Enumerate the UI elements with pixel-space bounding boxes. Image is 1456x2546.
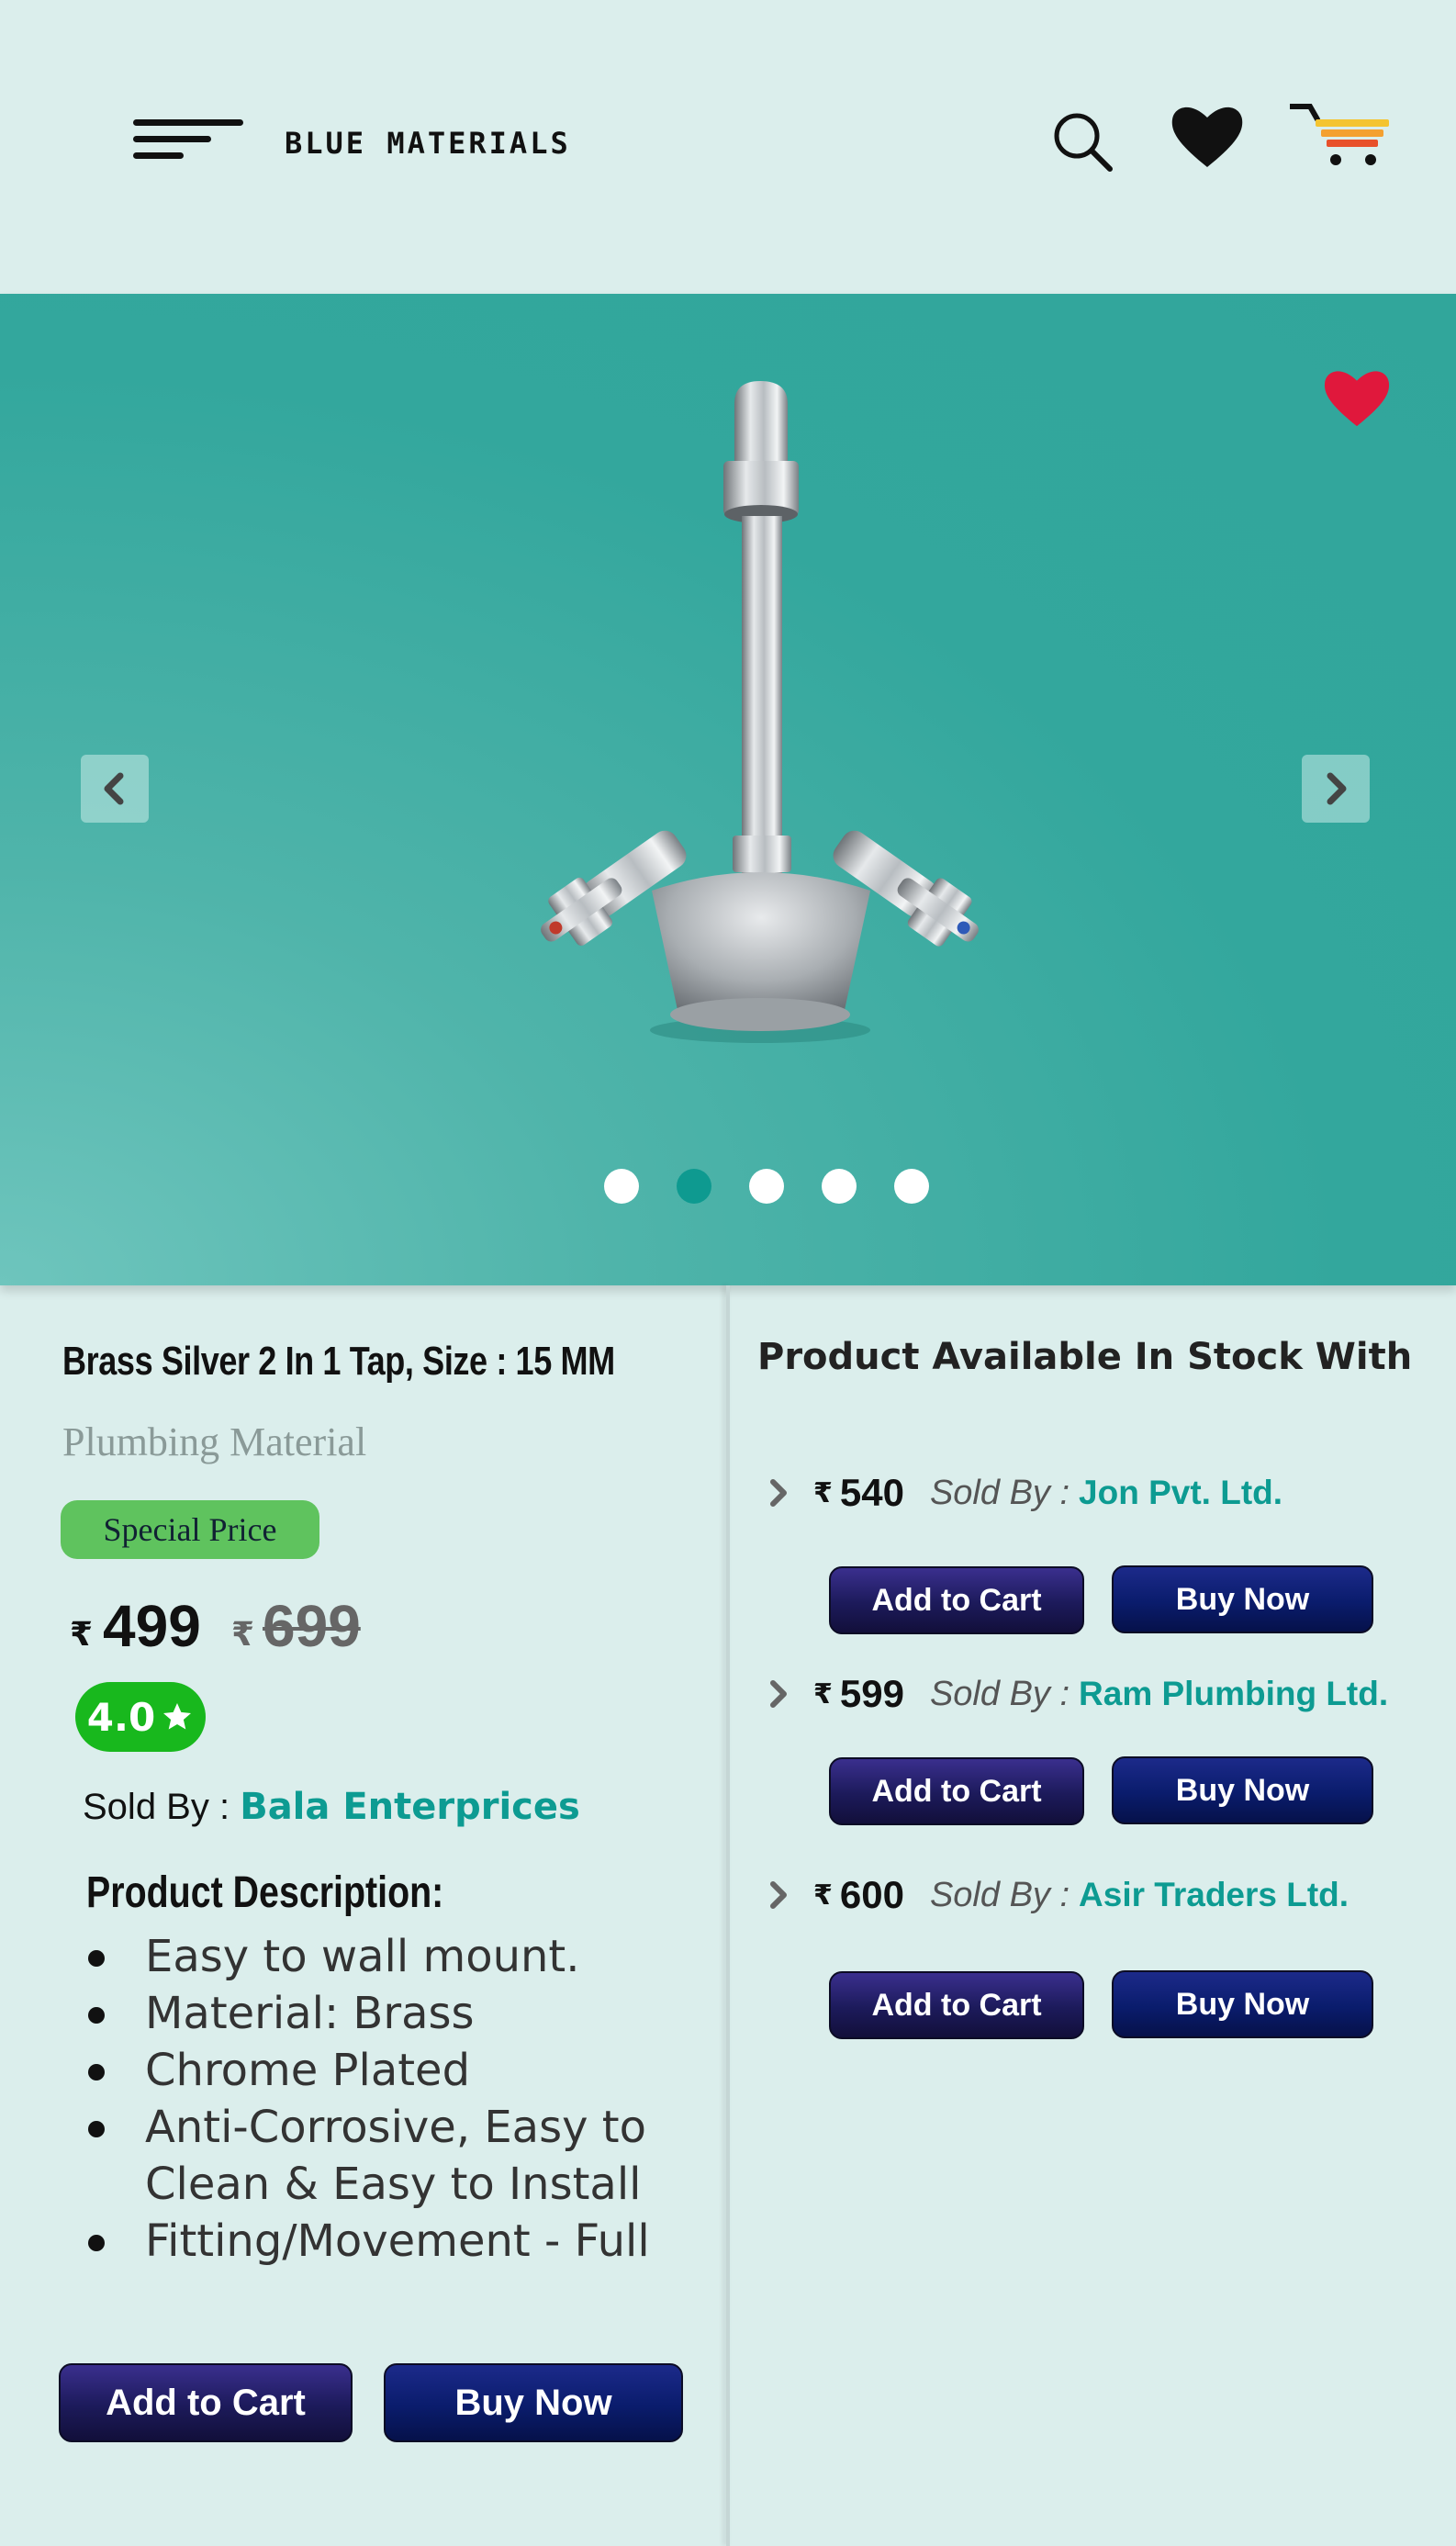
offer-currency: ₹ xyxy=(813,1476,833,1509)
product-title: Brass Silver 2 In 1 Tap, Size : 15 MM xyxy=(62,1339,615,1384)
offer-seller-link[interactable]: Ram Plumbing Ltd. xyxy=(1079,1675,1388,1713)
buy-now-button[interactable]: Buy Now xyxy=(384,2363,683,2442)
description-heading: Product Description: xyxy=(86,1868,444,1917)
original-price: 699 xyxy=(263,1593,361,1659)
carousel-dot-5[interactable] xyxy=(894,1169,929,1204)
chevron-left-icon xyxy=(104,772,124,805)
heart-icon[interactable] xyxy=(1170,103,1244,169)
offer-seller-link[interactable]: Jon Pvt. Ltd. xyxy=(1079,1474,1282,1512)
carousel-dot-2[interactable] xyxy=(677,1169,711,1204)
chevron-right-icon xyxy=(1327,772,1347,805)
description-item: Fitting/Movement - Full xyxy=(84,2213,672,2270)
seller-offer-row[interactable]: ₹ 600 Sold By : Asir Traders Ltd. xyxy=(760,1867,1349,1923)
offer-currency: ₹ xyxy=(813,1879,833,1912)
seller-link[interactable]: Bala Enterprices xyxy=(240,1786,580,1828)
description-list: Easy to wall mount. Material: Brass Chro… xyxy=(84,1928,672,2270)
offer-price: 599 xyxy=(839,1672,904,1715)
offer-sold-by-label: Sold By : xyxy=(929,1875,1070,1914)
offer-sold-by-label: Sold By : xyxy=(929,1674,1070,1713)
carousel-dot-3[interactable] xyxy=(749,1169,784,1204)
offer-price: 540 xyxy=(839,1471,904,1514)
column-divider xyxy=(726,1285,730,2546)
offer-sold-by-label: Sold By : xyxy=(929,1473,1070,1512)
carousel-next-button[interactable] xyxy=(1302,755,1370,823)
menu-icon[interactable] xyxy=(133,118,248,165)
chevron-right-icon xyxy=(770,1881,787,1909)
currency-symbol: ₹ xyxy=(70,1616,94,1654)
sold-by: Sold By : Bala Enterprices xyxy=(83,1786,580,1828)
chevron-right-icon xyxy=(770,1479,787,1507)
current-price: 499 xyxy=(103,1593,201,1659)
offer-currency: ₹ xyxy=(813,1677,833,1710)
seller-offer-row[interactable]: ₹ 599 Sold By : Ram Plumbing Ltd. xyxy=(760,1666,1388,1722)
offer-add-to-cart-button[interactable]: Add to Cart xyxy=(829,1971,1084,2039)
product-category[interactable]: Plumbing Material xyxy=(62,1419,366,1465)
old-currency-symbol: ₹ xyxy=(231,1616,255,1654)
rating-badge: 4.0 xyxy=(75,1682,206,1752)
search-icon[interactable] xyxy=(1051,110,1115,174)
stock-heading: Product Available In Stock With xyxy=(757,1336,1413,1378)
star-icon xyxy=(163,1703,192,1730)
description-item: Easy to wall mount. xyxy=(84,1928,672,1985)
offer-seller-link[interactable]: Asir Traders Ltd. xyxy=(1079,1876,1349,1914)
offer-add-to-cart-button[interactable]: Add to Cart xyxy=(829,1566,1084,1634)
special-price-badge: Special Price xyxy=(61,1500,319,1559)
description-item: Anti-Corrosive, Easy to Clean & Easy to … xyxy=(84,2099,672,2213)
offer-buy-now-button[interactable]: Buy Now xyxy=(1112,1565,1373,1633)
brand-logo[interactable]: BLUE MATERIALS xyxy=(285,126,571,161)
seller-offer-row[interactable]: ₹ 540 Sold By : Jon Pvt. Ltd. xyxy=(760,1465,1282,1520)
add-to-cart-button[interactable]: Add to Cart xyxy=(59,2363,353,2442)
chevron-right-icon xyxy=(770,1680,787,1708)
favorite-heart-icon[interactable] xyxy=(1322,367,1392,428)
product-image xyxy=(541,381,979,1043)
sold-by-label: Sold By : xyxy=(83,1787,241,1827)
offer-buy-now-button[interactable]: Buy Now xyxy=(1112,1970,1373,2038)
offer-add-to-cart-button[interactable]: Add to Cart xyxy=(829,1757,1084,1825)
carousel-dot-4[interactable] xyxy=(822,1169,857,1204)
rating-value: 4.0 xyxy=(86,1694,156,1740)
description-item: Chrome Plated xyxy=(84,2042,672,2099)
cart-icon[interactable] xyxy=(1287,101,1391,170)
carousel-dot-1[interactable] xyxy=(604,1169,639,1204)
offer-price: 600 xyxy=(839,1873,904,1916)
offer-buy-now-button[interactable]: Buy Now xyxy=(1112,1756,1373,1824)
description-item: Material: Brass xyxy=(84,1985,672,2042)
carousel-prev-button[interactable] xyxy=(81,755,149,823)
